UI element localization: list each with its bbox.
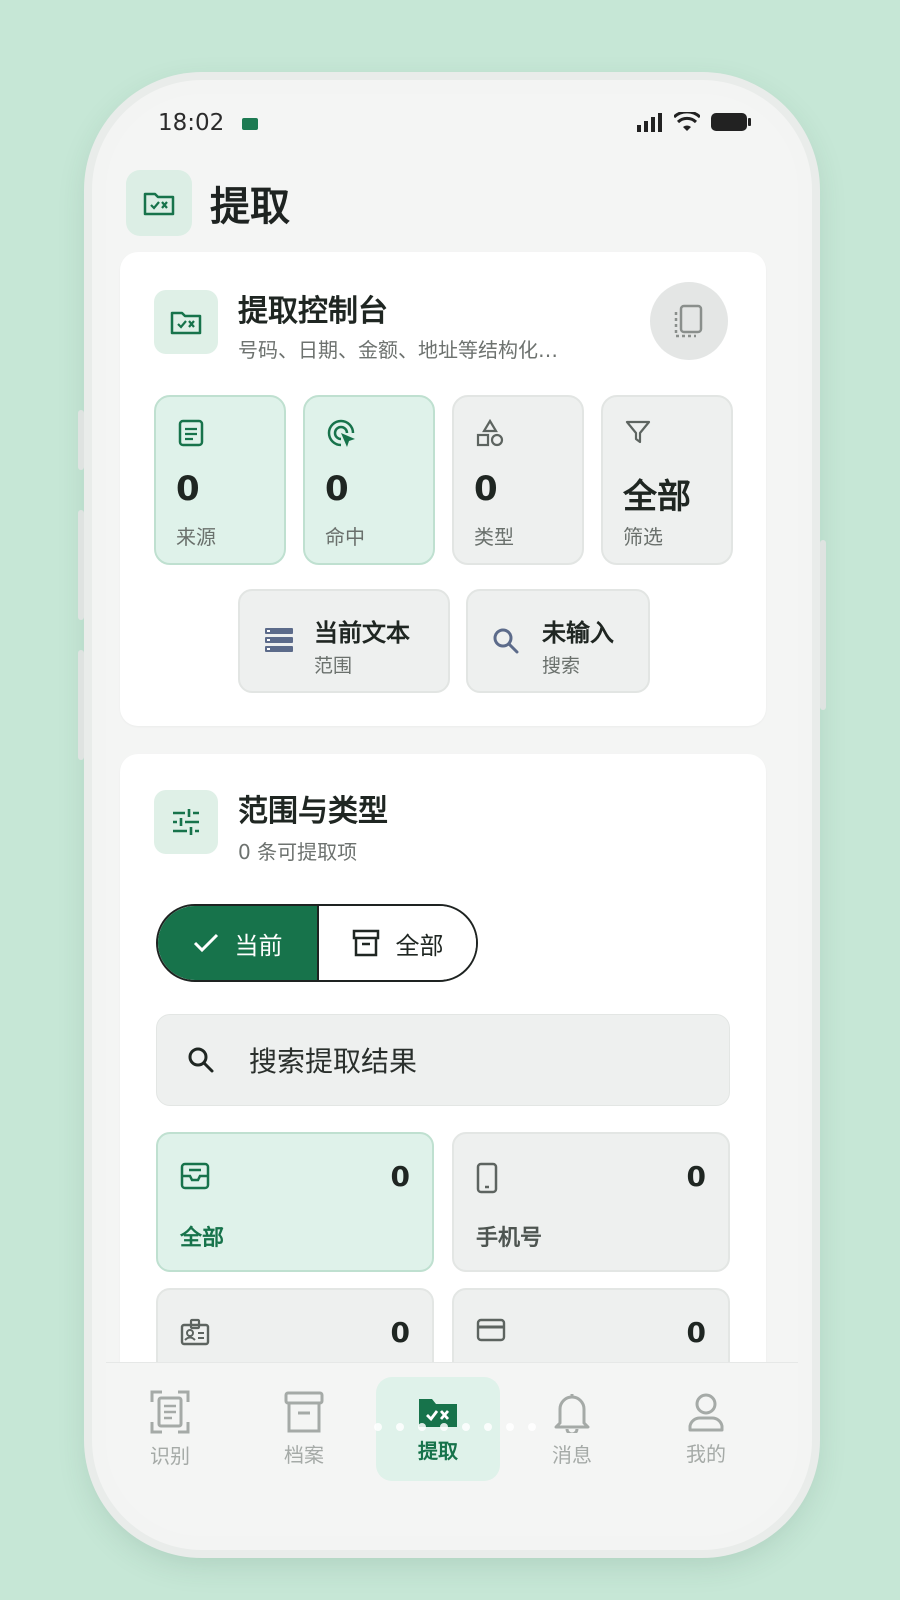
category-count: 0 xyxy=(390,1316,410,1349)
extraction-console-card: 提取控制台 号码、日期、金额、地址等结构化… 0 来源 0 命中 0 类型 全部… xyxy=(120,252,766,726)
power-button xyxy=(820,540,826,710)
stat-sources[interactable]: 0 来源 xyxy=(154,395,286,565)
stat-label: 来源 xyxy=(176,525,216,549)
category-count: 0 xyxy=(686,1316,706,1349)
scope-title: 范围与类型 xyxy=(238,794,388,829)
check-icon xyxy=(193,933,218,953)
scope-chip[interactable]: 当前文本 范围 xyxy=(238,589,450,693)
mute-switch xyxy=(78,410,84,470)
segment-current[interactable]: 当前 xyxy=(158,906,317,980)
stat-hits[interactable]: 0 命中 xyxy=(303,395,435,565)
segment-label: 当前 xyxy=(234,931,283,960)
stat-value: 0 xyxy=(176,469,200,509)
filter-icon xyxy=(625,420,651,444)
extract-folder-icon xyxy=(170,311,202,335)
volume-down-button xyxy=(78,650,84,760)
pages-icon xyxy=(674,304,703,338)
stat-value: 0 xyxy=(325,469,349,509)
stat-label: 筛选 xyxy=(623,525,663,549)
tab-messages[interactable]: 消息 xyxy=(510,1377,634,1481)
stat-value: 全部 xyxy=(623,477,691,517)
segment-all[interactable]: 全部 xyxy=(317,906,476,980)
credit-card-icon xyxy=(476,1318,506,1342)
signal-icon xyxy=(637,113,662,132)
tab-label: 我的 xyxy=(686,1441,726,1466)
scope-subtitle: 0 条可提取项 xyxy=(238,840,358,864)
target-cursor-icon xyxy=(327,419,355,447)
wifi-icon xyxy=(674,112,700,131)
category-phone[interactable]: 0 手机号 xyxy=(452,1132,730,1272)
results-search-field[interactable]: 搜索提取结果 xyxy=(156,1014,730,1106)
phone-icon xyxy=(476,1162,498,1194)
tab-profile[interactable]: 我的 xyxy=(644,1377,768,1481)
scope-icon-tile xyxy=(154,790,218,854)
user-icon xyxy=(688,1393,724,1431)
list-icon xyxy=(265,628,293,652)
archive-icon xyxy=(352,929,379,957)
status-bar: 18:02 xyxy=(106,94,798,156)
id-card-icon xyxy=(180,1318,210,1346)
category-count: 0 xyxy=(390,1160,410,1193)
sim-icon xyxy=(242,118,258,130)
tab-label: 消息 xyxy=(552,1442,592,1467)
category-label: 全部 xyxy=(180,1226,225,1251)
app-screen: 18:02 提取 提取控制台 号码、日期、金额、地址等结构化… 0 来源 0 命… xyxy=(106,94,798,1536)
category-count: 0 xyxy=(686,1160,706,1193)
stat-label: 类型 xyxy=(474,525,514,549)
stat-value: 0 xyxy=(474,469,498,509)
page-title: 提取 xyxy=(210,184,290,230)
stat-filter[interactable]: 全部 筛选 xyxy=(601,395,733,565)
tab-archive[interactable]: 档案 xyxy=(242,1377,366,1481)
stat-label: 命中 xyxy=(325,525,365,549)
bottom-tab-bar: 识别 档案 提取 消息 我的 xyxy=(106,1362,798,1536)
tab-recognize[interactable]: 识别 xyxy=(108,1377,232,1481)
phone-frame: 18:02 提取 提取控制台 号码、日期、金额、地址等结构化… 0 来源 0 命… xyxy=(78,80,826,1550)
category-all[interactable]: 0 全部 xyxy=(156,1132,434,1272)
scan-icon xyxy=(150,1390,190,1433)
chip-value: 未输入 xyxy=(542,619,614,647)
search-chip[interactable]: 未输入 搜索 xyxy=(466,589,650,693)
console-subtitle: 号码、日期、金额、地址等结构化… xyxy=(238,338,558,362)
search-placeholder: 搜索提取结果 xyxy=(249,1045,418,1078)
tab-label: 档案 xyxy=(284,1442,324,1467)
app-header: 提取 xyxy=(126,168,290,238)
volume-up-button xyxy=(78,510,84,620)
scope-segmented-control: 当前 全部 xyxy=(156,904,478,982)
battery-icon xyxy=(711,113,751,131)
archive-icon xyxy=(284,1391,324,1432)
chip-label: 范围 xyxy=(314,655,353,677)
tab-label: 识别 xyxy=(150,1443,190,1468)
chip-value: 当前文本 xyxy=(314,619,410,647)
bell-icon xyxy=(554,1393,590,1433)
inbox-icon xyxy=(180,1162,210,1190)
stat-types[interactable]: 0 类型 xyxy=(452,395,584,565)
search-icon xyxy=(493,628,519,654)
console-icon-tile xyxy=(154,290,218,354)
status-time: 18:02 xyxy=(158,110,225,136)
tab-label: 提取 xyxy=(418,1438,458,1463)
search-icon xyxy=(188,1047,214,1073)
document-icon xyxy=(178,419,204,447)
sliders-icon xyxy=(173,809,199,835)
status-icons xyxy=(636,112,752,132)
console-title: 提取控制台 xyxy=(238,294,388,329)
category-label: 手机号 xyxy=(476,1226,543,1251)
extract-folder-icon xyxy=(143,192,175,216)
shapes-icon xyxy=(476,419,504,447)
chip-label: 搜索 xyxy=(542,655,581,677)
pages-button[interactable] xyxy=(650,282,728,360)
segment-label: 全部 xyxy=(395,931,444,960)
app-logo xyxy=(126,170,192,236)
